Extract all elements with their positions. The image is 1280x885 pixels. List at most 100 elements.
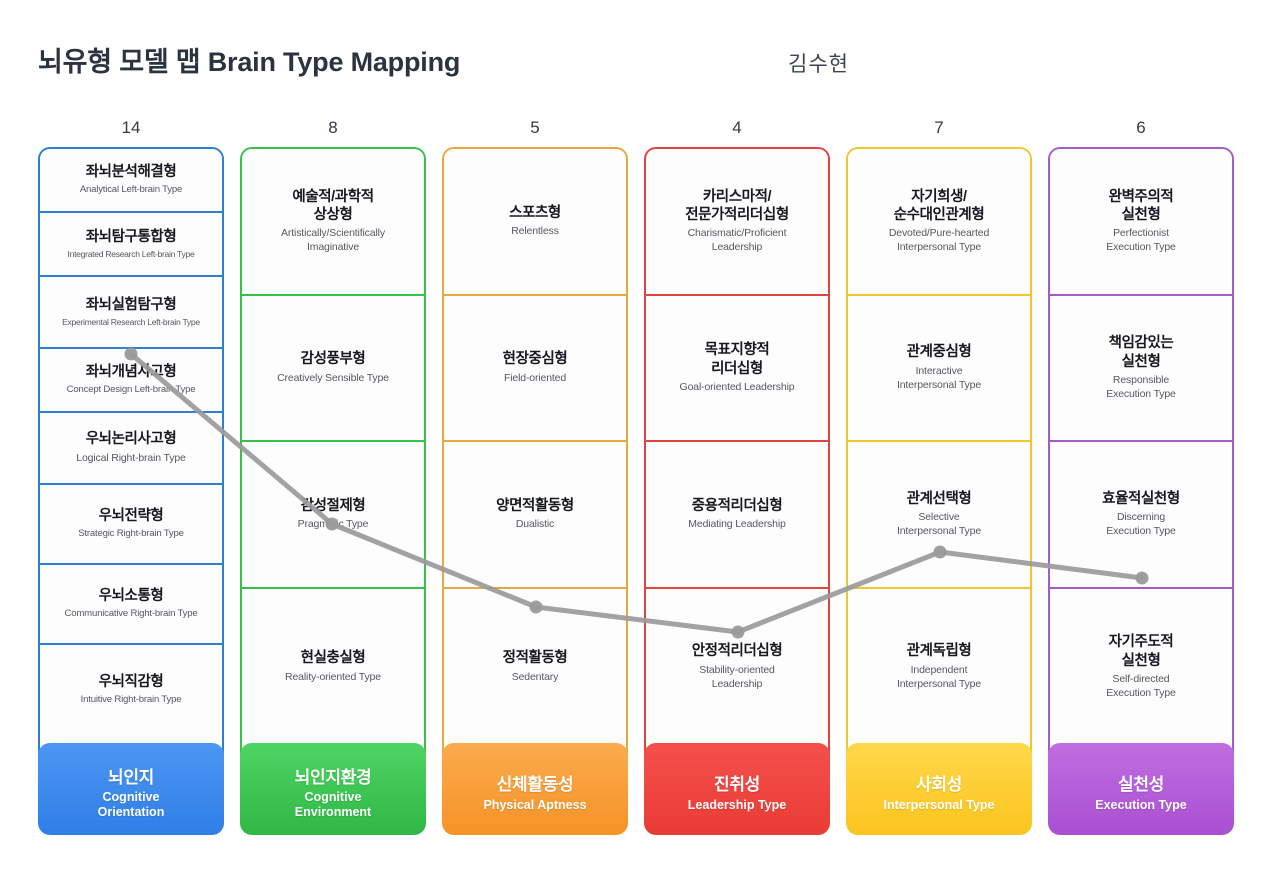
category-name-kr: 뇌인지환경 xyxy=(294,767,372,787)
type-name-kr: 자기희생/순수대인관계형 xyxy=(893,188,985,224)
category-name-en: Interpersonal Type xyxy=(883,797,995,812)
column-score-3: 5 xyxy=(530,118,540,137)
category-name-kr: 진취성 xyxy=(713,775,761,795)
column-score-4: 4 xyxy=(732,118,742,137)
column-footer-5[interactable]: 사회성 Interpersonal Type xyxy=(846,743,1032,835)
type-cell[interactable]: 좌뇌실험탐구형 Experimental Research Left-brain … xyxy=(40,277,222,349)
type-name-en: Relentless xyxy=(511,225,559,238)
type-cell[interactable]: 우뇌전략형 Strategic Right-brain Type xyxy=(40,485,222,565)
category-column-5[interactable]: 자기희생/순수대인관계형 Devoted/Pure-hearted Interper… xyxy=(846,147,1032,835)
category-name-en: Cognitive Orientation xyxy=(97,790,165,820)
column-cell-list: 스포츠형 Relentless 현장중심형 Field-oriented 양면적활동형 D… xyxy=(442,147,628,755)
type-cell[interactable]: 감성절제형 Pragmatic Type xyxy=(242,442,424,589)
type-name-kr: 목표지향적 리더십형 xyxy=(704,342,770,377)
type-name-kr: 정적활동형 xyxy=(502,650,568,667)
column-footer-6[interactable]: 실천성 Execution Type xyxy=(1048,743,1234,835)
type-cell[interactable]: 양면적활동형 Dualistic xyxy=(444,442,626,589)
type-cell[interactable]: 현실충실형 Reality-oriented Type xyxy=(242,589,424,745)
type-cell[interactable]: 관계선택형 Selective Interpersonal Type xyxy=(848,442,1030,589)
type-cell[interactable]: 책임감있는 실천형 Responsible Execution Type xyxy=(1050,296,1232,442)
type-cell[interactable]: 우뇌소통형 Communicative Right-brain Type xyxy=(40,565,222,645)
type-name-kr: 관계중심형 xyxy=(906,344,972,361)
column-footer-2[interactable]: 뇌인지환경 Cognitive Environment xyxy=(240,743,426,835)
type-cell[interactable]: 좌뇌탐구통합형 Integrated Research Left-brain Ty… xyxy=(40,213,222,277)
column-footer-4[interactable]: 진취성 Leadership Type xyxy=(644,743,830,835)
category-column-2[interactable]: 예술적/과학적 상상형 Artistically/Scientifically Ima… xyxy=(240,147,426,835)
type-cell[interactable]: 완벽주의적 실천형 Perfectionist Execution Type xyxy=(1050,149,1232,296)
type-name-en: Communicative Right-brain Type xyxy=(64,608,198,620)
type-name-en: Perfectionist Execution Type xyxy=(1106,227,1176,254)
type-name-kr: 좌뇌분석해결형 xyxy=(85,163,177,180)
type-name-kr: 중용적리더십형 xyxy=(691,497,783,514)
owner-name: 김수현 xyxy=(788,53,849,76)
type-name-en: Concept Design Left-brain Type xyxy=(66,384,196,396)
type-name-kr: 효율적실천형 xyxy=(1102,490,1180,507)
type-name-kr: 감성절제형 xyxy=(300,497,366,514)
type-name-en: Reality-oriented Type xyxy=(285,670,381,683)
column-cell-list: 예술적/과학적 상상형 Artistically/Scientifically Ima… xyxy=(240,147,426,755)
brain-type-mapping-page: 뇌유형 모델 맵 Brain Type Mapping 김수현 14 8 5 4 7 6 … xyxy=(0,0,1280,885)
type-name-kr: 현실충실형 xyxy=(300,650,366,667)
type-name-kr: 안정적리더십형 xyxy=(691,643,783,660)
type-name-kr: 양면적활동형 xyxy=(496,497,574,514)
type-cell[interactable]: 좌뇌개념사고형 Concept Design Left-brain Type xyxy=(40,349,222,413)
type-name-en: Dualistic xyxy=(515,518,555,531)
type-cell[interactable]: 목표지향적 리더십형 Goal-oriented Leadership xyxy=(646,296,828,442)
type-name-kr: 예술적/과학적 상상형 xyxy=(292,188,374,224)
type-cell[interactable]: 우뇌직감형 Intuitive Right-brain Type xyxy=(40,645,222,735)
type-cell[interactable]: 좌뇌분석해결형 Analytical Left-brain Type xyxy=(40,149,222,213)
type-name-kr: 감성풍부형 xyxy=(300,351,366,368)
type-name-kr: 우뇌전략형 xyxy=(98,507,164,524)
type-name-en: Integrated Research Left-brain Type xyxy=(67,248,195,259)
type-name-en: Analytical Left-brain Type xyxy=(79,184,183,196)
column-score-2: 8 xyxy=(328,118,338,137)
column-footer-3[interactable]: 신체활동성 Physical Aptness xyxy=(442,743,628,835)
type-name-en: Strategic Right-brain Type xyxy=(78,528,184,540)
type-name-en: Pragmatic Type xyxy=(297,518,369,531)
type-cell[interactable]: 관계중심형 Interactive Interpersonal Type xyxy=(848,296,1030,442)
type-name-kr: 우뇌소통형 xyxy=(98,587,164,604)
category-name-kr: 신체활동성 xyxy=(496,775,574,795)
type-cell[interactable]: 현장중심형 Field-oriented xyxy=(444,296,626,442)
type-name-en: Intuitive Right-brain Type xyxy=(80,694,182,706)
column-cell-list: 카리스마적/전문가적리더십형 Charismatic/Proficient Lead… xyxy=(644,147,830,755)
type-name-en: Independent Interpersonal Type xyxy=(896,663,982,690)
type-name-en: Sedentary xyxy=(511,670,559,683)
type-cell[interactable]: 안정적리더십형 Stability-oriented Leadership xyxy=(646,589,828,745)
type-cell[interactable]: 중용적리더십형 Mediating Leadership xyxy=(646,442,828,589)
category-column-4[interactable]: 카리스마적/전문가적리더십형 Charismatic/Proficient Lead… xyxy=(644,147,830,835)
column-score-5: 7 xyxy=(934,118,944,137)
type-name-kr: 자기주도적 실천형 xyxy=(1108,634,1174,669)
type-name-kr: 관계선택형 xyxy=(906,490,972,507)
type-cell[interactable]: 자기희생/순수대인관계형 Devoted/Pure-hearted Interper… xyxy=(848,149,1030,296)
category-name-kr: 뇌인지 xyxy=(107,767,155,787)
type-cell[interactable]: 감성풍부형 Creatively Sensible Type xyxy=(242,296,424,442)
type-cell[interactable]: 자기주도적 실천형 Self-directed Execution Type xyxy=(1050,589,1232,745)
category-column-1[interactable]: 좌뇌분석해결형 Analytical Left-brain Type 좌뇌탐구통합형… xyxy=(38,147,224,835)
type-cell[interactable]: 예술적/과학적 상상형 Artistically/Scientifically Ima… xyxy=(242,149,424,296)
category-name-en: Physical Aptness xyxy=(483,797,587,812)
type-name-kr: 책임감있는 실천형 xyxy=(1108,335,1174,370)
category-name-en: Leadership Type xyxy=(687,797,787,812)
category-column-3[interactable]: 스포츠형 Relentless 현장중심형 Field-oriented 양면적활동형 D… xyxy=(442,147,628,835)
type-cell[interactable]: 효율적실천형 Discerning Execution Type xyxy=(1050,442,1232,589)
column-footer-1[interactable]: 뇌인지 Cognitive Orientation xyxy=(38,743,224,835)
type-cell[interactable]: 정적활동형 Sedentary xyxy=(444,589,626,745)
type-name-en: Self-directed Execution Type xyxy=(1106,672,1176,699)
type-name-en: Discerning Execution Type xyxy=(1106,511,1176,538)
type-cell[interactable]: 카리스마적/전문가적리더십형 Charismatic/Proficient Lead… xyxy=(646,149,828,296)
column-cell-list: 자기희생/순수대인관계형 Devoted/Pure-hearted Interper… xyxy=(846,147,1032,755)
column-cell-list: 좌뇌분석해결형 Analytical Left-brain Type 좌뇌탐구통합형… xyxy=(38,147,224,755)
column-score-1: 14 xyxy=(121,118,141,137)
type-name-kr: 카리스마적/전문가적리더십형 xyxy=(685,188,789,224)
type-cell[interactable]: 스포츠형 Relentless xyxy=(444,149,626,296)
type-name-kr: 우뇌논리사고형 xyxy=(85,431,177,448)
type-name-en: Interactive Interpersonal Type xyxy=(896,364,982,391)
column-score-6: 6 xyxy=(1136,118,1146,137)
type-cell[interactable]: 우뇌논리사고형 Logical Right-brain Type xyxy=(40,413,222,485)
type-cell[interactable]: 관계독립형 Independent Interpersonal Type xyxy=(848,589,1030,745)
type-name-kr: 스포츠형 xyxy=(509,204,561,221)
category-column-6[interactable]: 완벽주의적 실천형 Perfectionist Execution Type 책임감있는… xyxy=(1048,147,1234,835)
category-name-kr: 실천성 xyxy=(1117,775,1165,795)
type-name-kr: 좌뇌실험탐구형 xyxy=(85,296,177,313)
